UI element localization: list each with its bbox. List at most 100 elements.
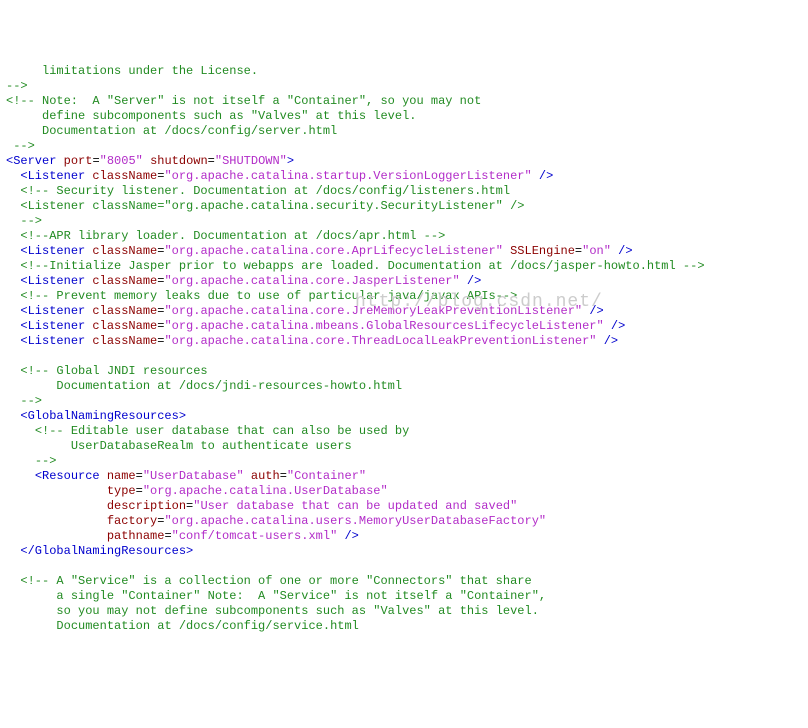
code-token — [6, 199, 20, 213]
code-line: Documentation at /docs/config/service.ht… — [6, 619, 802, 634]
code-token: factory — [107, 514, 157, 528]
code-token: "org.apache.catalina.mbeans.GlobalResour… — [164, 319, 603, 333]
code-token — [6, 424, 35, 438]
code-token: className — [92, 319, 157, 333]
code-line: <Resource name="UserDatabase" auth="Cont… — [6, 469, 802, 484]
code-token — [6, 619, 56, 633]
code-token — [6, 334, 20, 348]
code-token: SSLEngine — [510, 244, 575, 258]
code-token: <!-- Security listener. Documentation at… — [20, 184, 510, 198]
code-line: <!-- A "Service" is a collection of one … — [6, 574, 802, 589]
code-token: --> — [20, 394, 42, 408]
code-line: define subcomponents such as "Valves" at… — [6, 109, 802, 124]
code-token: type — [107, 484, 136, 498]
code-token: </GlobalNamingResources> — [20, 544, 193, 558]
code-token: className — [92, 274, 157, 288]
code-line: Documentation at /docs/jndi-resources-ho… — [6, 379, 802, 394]
code-token: <GlobalNamingResources> — [20, 409, 186, 423]
code-token — [6, 364, 20, 378]
code-token: className — [92, 244, 157, 258]
code-token: define subcomponents such as "Valves" at… — [6, 109, 416, 123]
code-line: <!-- Note: A "Server" is not itself a "C… — [6, 94, 802, 109]
code-line: description="User database that can be u… — [6, 499, 802, 514]
code-line: --> — [6, 214, 802, 229]
code-token: limitations under the License. — [6, 64, 258, 78]
code-token — [6, 439, 71, 453]
code-line: <!-- Prevent memory leaks due to use of … — [6, 289, 802, 304]
code-token: so you may not define subcomponents such… — [56, 604, 538, 618]
code-token: "org.apache.catalina.users.MemoryUserDat… — [164, 514, 546, 528]
code-token — [6, 274, 20, 288]
code-line: a single "Container" Note: A "Service" i… — [6, 589, 802, 604]
code-token: <!--APR library loader. Documentation at… — [20, 229, 445, 243]
code-token: /> — [611, 319, 625, 333]
code-token — [6, 574, 20, 588]
code-token: = — [136, 469, 143, 483]
code-token: <Server — [6, 154, 56, 168]
code-token — [6, 604, 56, 618]
code-token — [6, 319, 20, 333]
code-token — [244, 469, 251, 483]
code-token — [6, 529, 107, 543]
code-token: "Container" — [287, 469, 366, 483]
code-token: "org.apache.catalina.UserDatabase" — [143, 484, 388, 498]
code-token — [56, 154, 63, 168]
code-line: <Listener className="org.apache.catalina… — [6, 199, 802, 214]
code-token — [6, 214, 20, 228]
code-token: <Listener — [20, 169, 85, 183]
code-token: = — [136, 484, 143, 498]
code-line: UserDatabaseRealm to authenticate users — [6, 439, 802, 454]
code-line: --> — [6, 139, 802, 154]
code-token: description — [107, 499, 186, 513]
code-token: <!-- A "Service" is a collection of one … — [20, 574, 531, 588]
code-line — [6, 349, 802, 364]
code-line — [6, 559, 802, 574]
code-token: > — [287, 154, 294, 168]
code-line: --> — [6, 79, 802, 94]
code-token: = — [208, 154, 215, 168]
code-token — [532, 169, 539, 183]
code-token: "on" — [582, 244, 611, 258]
code-token — [6, 379, 56, 393]
code-line: <!-- Security listener. Documentation at… — [6, 184, 802, 199]
code-token: <Listener — [20, 274, 85, 288]
code-token: --> — [6, 79, 28, 93]
code-token: <Listener className="org.apache.catalina… — [20, 199, 524, 213]
code-token — [143, 154, 150, 168]
code-line: --> — [6, 454, 802, 469]
code-block: limitations under the License.--><!-- No… — [6, 64, 802, 634]
code-token — [6, 169, 20, 183]
code-line: <Listener className="org.apache.catalina… — [6, 319, 802, 334]
code-token: <Listener — [20, 334, 85, 348]
code-line: <Listener className="org.apache.catalina… — [6, 274, 802, 289]
code-token: "org.apache.catalina.core.AprLifecycleLi… — [164, 244, 502, 258]
code-token: "org.apache.catalina.core.JreMemoryLeakP… — [164, 304, 582, 318]
code-token — [597, 334, 604, 348]
code-token: = — [92, 154, 99, 168]
code-line: <Listener className="org.apache.catalina… — [6, 169, 802, 184]
code-token: <Listener — [20, 244, 85, 258]
code-token — [6, 544, 20, 558]
code-token: className — [92, 304, 157, 318]
code-token: = — [164, 529, 171, 543]
code-token: "org.apache.catalina.core.ThreadLocalLea… — [164, 334, 596, 348]
code-token — [6, 229, 20, 243]
code-token: className — [92, 169, 157, 183]
code-token — [6, 259, 20, 273]
code-token: Documentation at /docs/config/service.ht… — [56, 619, 358, 633]
code-token: "UserDatabase" — [143, 469, 244, 483]
code-token — [6, 289, 20, 303]
code-token — [6, 514, 107, 528]
code-line: </GlobalNamingResources> — [6, 544, 802, 559]
code-token: <!--Initialize Jasper prior to webapps a… — [20, 259, 704, 273]
code-token: port — [64, 154, 93, 168]
code-token: UserDatabaseRealm to authenticate users — [71, 439, 352, 453]
code-token — [6, 469, 35, 483]
code-token: "conf/tomcat-users.xml" — [172, 529, 338, 543]
code-token: <!-- Global JNDI resources — [20, 364, 207, 378]
code-line: <Listener className="org.apache.catalina… — [6, 244, 802, 259]
code-token: className — [92, 334, 157, 348]
code-token — [6, 484, 107, 498]
code-line: <!--Initialize Jasper prior to webapps a… — [6, 259, 802, 274]
code-line: <!-- Editable user database that can als… — [6, 424, 802, 439]
